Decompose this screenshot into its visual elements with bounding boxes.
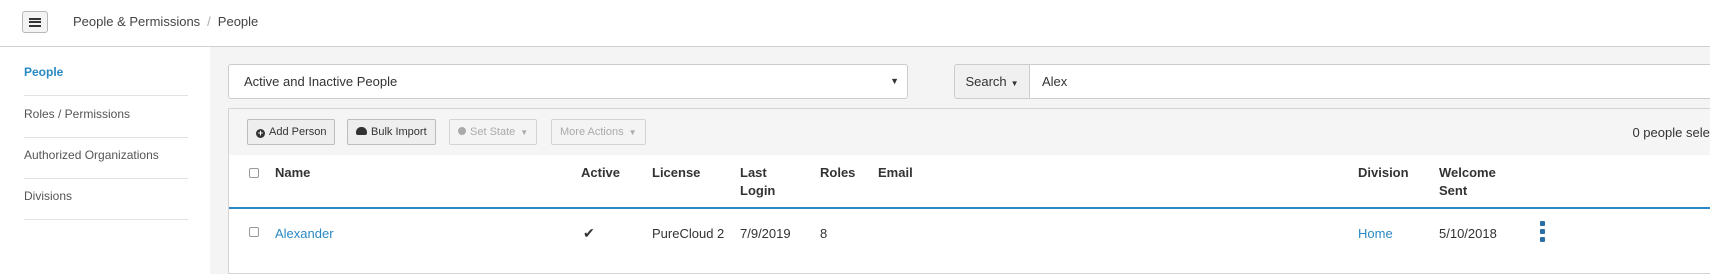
column-header-license[interactable]: License [652, 164, 700, 182]
sidebar-item-authorized-organizations[interactable]: Authorized Organizations [24, 133, 188, 179]
division-link[interactable]: Home [1358, 226, 1393, 241]
vertical-dots-icon[interactable] [1540, 221, 1546, 243]
column-header-last-login-line1: Last [740, 165, 767, 180]
caret-down-icon: ▼ [890, 76, 899, 86]
main-content: Active and Inactive People ▼ Search ▼ Ale… [210, 47, 1710, 274]
bulk-import-label: Bulk Import [371, 126, 427, 138]
hamburger-icon [29, 17, 41, 27]
active-check-icon: ✔ [583, 225, 595, 241]
column-header-division[interactable]: Division [1358, 164, 1409, 182]
column-header-last-login[interactable]: Last Login [740, 164, 775, 200]
more-actions-label: More Actions [560, 126, 624, 138]
breadcrumb-parent[interactable]: People & Permissions [73, 14, 200, 29]
table-row: Alexander ✔ PureCloud 2 7/9/2019 8 Home … [229, 209, 1710, 255]
menu-toggle-button[interactable] [22, 11, 48, 33]
caret-down-icon: ▼ [1010, 79, 1019, 88]
breadcrumb: People & Permissions / People [73, 14, 258, 29]
breadcrumb-current: People [217, 14, 259, 29]
people-toolbar: + Add Person Bulk Import Set State ▼ More … [229, 109, 1710, 156]
license-cell: PureCloud 2 [652, 226, 725, 241]
breadcrumb-separator: / [207, 14, 211, 29]
set-state-label: Set State [470, 126, 516, 138]
selected-count: 0 people selected. [1632, 125, 1710, 140]
sidebar-item-people[interactable]: People [24, 50, 188, 96]
caret-down-icon: ▼ [520, 128, 529, 137]
bulk-import-button[interactable]: Bulk Import [347, 119, 436, 145]
column-header-email[interactable]: Email [878, 164, 913, 182]
column-header-welcome-line1: Welcome [1439, 165, 1496, 180]
cloud-upload-icon [356, 127, 367, 135]
roles-cell: 8 [820, 226, 828, 241]
column-header-last-login-line2: Login [740, 183, 776, 198]
table-header: Name Active License Last Login Roles Ema… [229, 155, 1710, 209]
set-state-button[interactable]: Set State ▼ [449, 119, 538, 145]
search-type-button[interactable]: Search ▼ [954, 64, 1030, 99]
top-bar: People & Permissions / People [0, 0, 1710, 47]
select-all-checkbox[interactable] [249, 168, 259, 178]
people-filter-select[interactable]: Active and Inactive People ▼ [228, 64, 908, 99]
people-panel: + Add Person Bulk Import Set State ▼ More … [228, 108, 1710, 274]
add-person-button[interactable]: + Add Person [247, 119, 336, 145]
more-actions-button[interactable]: More Actions ▼ [551, 119, 646, 145]
column-header-name[interactable]: Name [275, 164, 310, 182]
search-button-label: Search [965, 74, 1007, 89]
row-checkbox[interactable] [249, 227, 259, 237]
people-filter-value: Active and Inactive People [244, 74, 398, 89]
sidebar-item-roles-permissions[interactable]: Roles / Permissions [24, 92, 188, 138]
status-dot-icon [458, 127, 466, 135]
plus-circle-icon: + [256, 128, 265, 138]
column-header-welcome-line2: Sent [1439, 183, 1468, 198]
caret-down-icon: ▼ [628, 128, 637, 137]
add-person-label: Add Person [269, 126, 327, 138]
person-name-link[interactable]: Alexander [275, 226, 334, 241]
last-login-cell: 7/9/2019 [740, 226, 791, 241]
search-input[interactable]: Alex [1029, 64, 1710, 99]
sidebar-item-divisions[interactable]: Divisions [24, 174, 188, 220]
welcome-sent-cell: 5/10/2018 [1439, 226, 1497, 241]
column-header-roles[interactable]: Roles [820, 164, 855, 182]
column-header-active[interactable]: Active [581, 164, 620, 182]
column-header-welcome-sent[interactable]: Welcome Sent [1439, 164, 1496, 200]
sidebar: People Roles / Permissions Authorized Or… [0, 47, 211, 274]
